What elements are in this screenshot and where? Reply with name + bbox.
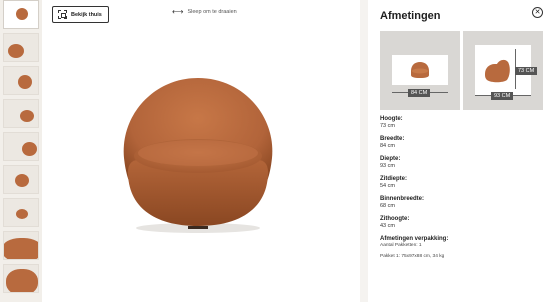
swivel-chair-image [123, 78, 273, 233]
package-count: Aantal Pakketten: 1 [380, 243, 422, 248]
spec-label: Binnenbreedte: [380, 196, 425, 202]
package-details: Pakket 1: 75x97x88 cm, 34 kg [380, 254, 445, 259]
spec-inner-width: Binnenbreedte: 68 cm [380, 196, 550, 209]
spec-value: 73 cm [380, 123, 395, 129]
side-dimension-view: 73 CM 93 CM [463, 31, 543, 110]
close-button[interactable]: ✕ [532, 7, 543, 18]
chair-front-thumbnail [411, 62, 429, 78]
spec-label: Hoogte: [380, 116, 403, 122]
spec-label: Zithoogte: [380, 216, 410, 222]
product-3d-viewer[interactable]: Bekijk thuis ⟷ Sleep om te draaien [42, 0, 360, 302]
view-in-room-icon [58, 10, 67, 19]
thumbnail-6[interactable] [3, 165, 39, 194]
spec-height: Hoogte: 73 cm [380, 116, 550, 129]
thumbnail-3[interactable] [3, 66, 39, 95]
drag-hint-label: Sleep om te draaien [187, 9, 237, 15]
spec-width: Breedte: 84 cm [380, 136, 550, 149]
product-viewer-page: Bekijk thuis ⟷ Sleep om te draaien Afmet… [0, 0, 560, 302]
rotate-arrows-icon: ⟷ [172, 7, 184, 16]
front-dimension-view: 84 CM [380, 31, 460, 110]
spec-label: Afmetingen verpakking: [380, 236, 449, 242]
front-width-label: 84 CM [408, 89, 431, 97]
spec-label: Zitdiepte: [380, 176, 407, 182]
view-at-home-label: Bekijk thuis [71, 11, 102, 18]
thumbnail-8[interactable] [3, 231, 39, 260]
spec-value: 93 cm [380, 163, 395, 169]
thumbnail-rail [0, 0, 42, 302]
spec-depth: Diepte: 93 cm [380, 156, 550, 169]
view-at-home-button[interactable]: Bekijk thuis [52, 6, 109, 23]
thumbnail-9[interactable] [3, 264, 39, 293]
spec-value: 84 cm [380, 143, 395, 149]
spec-seat-height: Zithoogte: 43 cm [380, 216, 550, 229]
drag-hint: ⟷ Sleep om te draaien [172, 8, 237, 16]
close-icon: ✕ [534, 9, 541, 16]
spec-value: 43 cm [380, 223, 395, 229]
spec-label: Diepte: [380, 156, 401, 162]
chair-side-thumbnail [485, 59, 510, 83]
spec-packaging: Afmetingen verpakking: Aantal Pakketten:… [380, 236, 550, 259]
spec-seat-depth: Zitdiepte: 54 cm [380, 176, 550, 189]
thumbnail-7[interactable] [3, 198, 39, 227]
thumbnail-2[interactable] [3, 33, 39, 62]
side-depth-label: 93 CM [491, 92, 514, 100]
thumbnail-1[interactable] [3, 0, 39, 29]
panel-title: Afmetingen [380, 10, 441, 22]
dimension-specs: Hoogte: 73 cm Breedte: 84 cm Diepte: 93 … [380, 116, 550, 266]
spec-label: Breedte: [380, 136, 405, 142]
thumbnail-4[interactable] [3, 99, 39, 128]
spec-value: 54 cm [380, 183, 395, 189]
thumbnail-5[interactable] [3, 132, 39, 161]
dimensions-panel: Afmetingen ✕ 84 CM 73 CM 93 CM Hoogte: 7… [368, 0, 560, 302]
side-height-label: 73 CM [515, 67, 538, 75]
spec-value: 68 cm [380, 203, 395, 209]
